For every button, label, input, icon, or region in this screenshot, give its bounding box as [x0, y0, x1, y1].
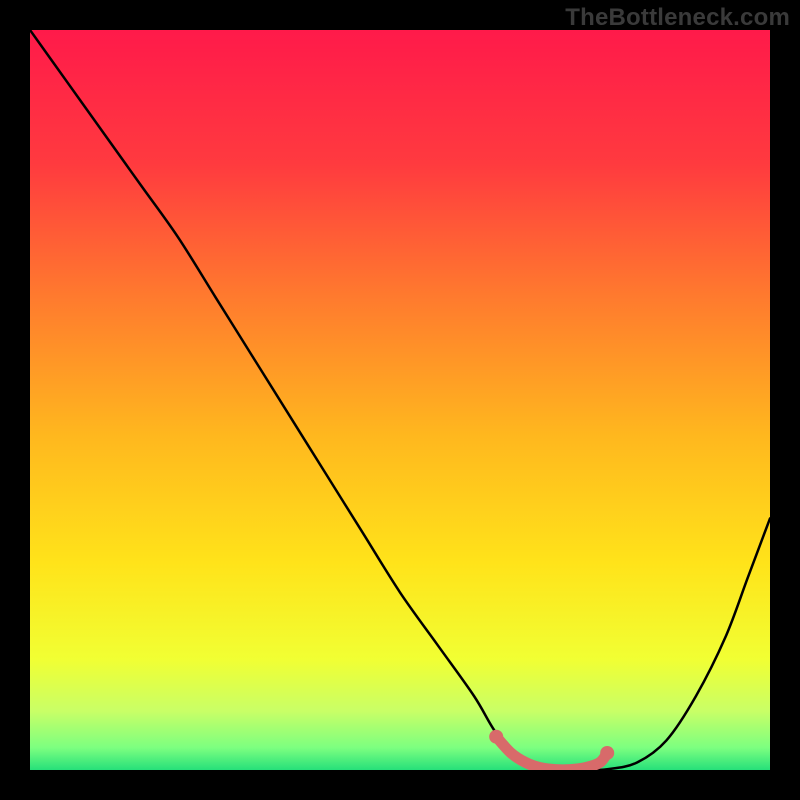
highlight-end-dot: [600, 746, 614, 760]
chart-svg: [30, 30, 770, 770]
chart-plot: [30, 30, 770, 770]
chart-frame: TheBottleneck.com: [0, 0, 800, 800]
gradient-background: [30, 30, 770, 770]
highlight-start-dot: [489, 730, 503, 744]
attribution-text: TheBottleneck.com: [565, 4, 790, 32]
